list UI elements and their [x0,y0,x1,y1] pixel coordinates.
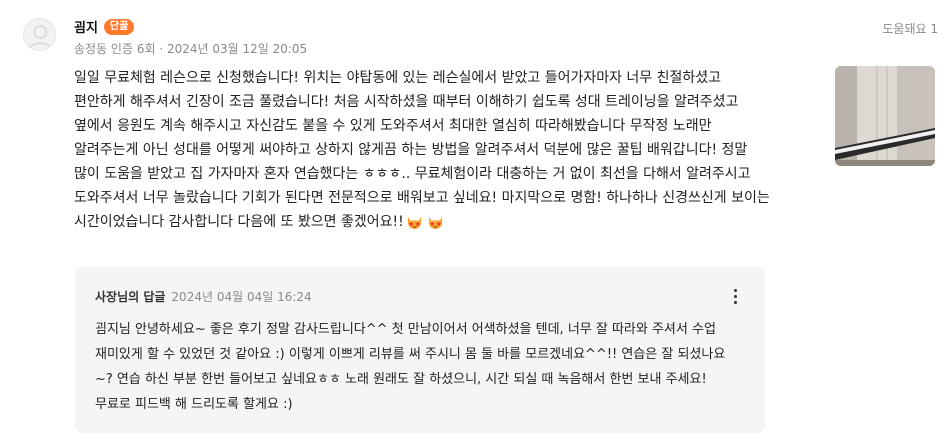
star-struck-cat-emoji [407,216,421,230]
author-row: 굄지 단골 [74,17,135,36]
reply-body: 굄지님 안녕하세요~ 좋은 후기 정말 감사드립니다^^ 첫 만남이어서 어색하… [95,322,726,412]
review-meta: 송정동 인증 6회 · 2024년 03월 12일 20:05 [74,42,308,56]
avatar[interactable] [23,18,56,51]
author-name[interactable]: 굄지 [74,17,98,36]
review-body-text: 일일 무료체험 레슨으로 신청했습니다! 위치는 야탑동에 있는 레슨실에서 받… [74,70,770,230]
review-body: 일일 무료체험 레슨으로 신청했습니다! 위치는 야탑동에 있는 레슨실에서 받… [74,66,774,234]
owner-reply: 사장님의 답글 2024년 04월 04일 16:24 굄지님 안녕하세요~ 좋… [75,266,765,433]
review-card: 굄지 단골 송정동 인증 6회 · 2024년 03월 12일 20:05 도움… [0,0,951,445]
regular-customer-badge: 단골 [103,18,135,35]
review-photo-thumbnail[interactable] [835,66,935,166]
reply-author: 사장님의 답글 [95,290,166,304]
star-struck-cat-emoji [428,216,442,230]
helpful-button[interactable]: 도움돼요 1 [882,20,938,37]
reply-date: 2024년 04월 04일 16:24 [171,290,312,304]
more-options-icon[interactable] [727,286,743,306]
reply-header: 사장님의 답글 2024년 04월 04일 16:24 [95,288,312,305]
emoji-group [406,213,444,230]
